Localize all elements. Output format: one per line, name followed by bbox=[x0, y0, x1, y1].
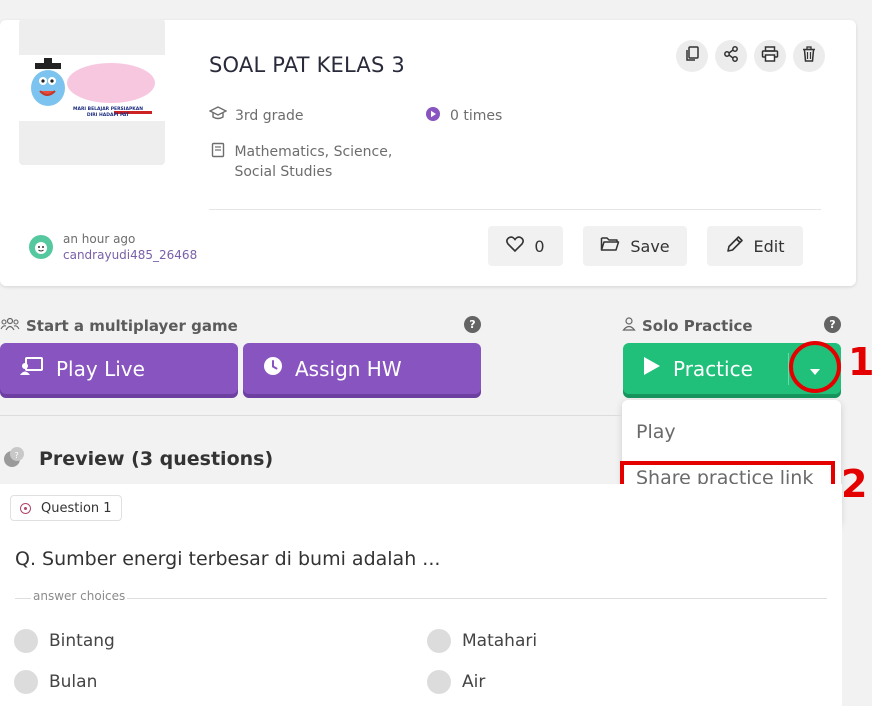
assign-hw-button[interactable]: Assign HW bbox=[243, 343, 481, 394]
annotation-circle bbox=[789, 341, 841, 393]
like-count: 0 bbox=[534, 236, 545, 256]
multiplayer-heading: Start a multiplayer game bbox=[0, 317, 238, 335]
section-divider bbox=[0, 415, 622, 416]
answer-choice: Bulan bbox=[14, 670, 97, 694]
preview-icon: ? bbox=[2, 445, 26, 469]
multiplayer-label: Start a multiplayer game bbox=[26, 317, 238, 335]
times-meta: 0 times bbox=[424, 106, 502, 126]
play-circle-icon bbox=[424, 106, 442, 122]
choice-text: Bulan bbox=[49, 672, 98, 692]
choice-circle-icon bbox=[427, 629, 451, 653]
quiz-thumbnail: MARI BELAJAR PERSIAPKAN DIRI HADAPI PAT bbox=[19, 19, 165, 165]
author-name-link[interactable]: candrayudi485_26468 bbox=[63, 248, 197, 262]
save-label: Save bbox=[630, 236, 670, 256]
help-icon[interactable]: ? bbox=[824, 316, 841, 333]
answer-divider bbox=[15, 598, 827, 599]
share-icon bbox=[723, 46, 739, 66]
subjects-meta: Mathematics, Science, Social Studies bbox=[209, 142, 409, 182]
choice-circle-icon bbox=[427, 670, 451, 694]
answer-choice: Air bbox=[427, 670, 485, 694]
pencil-icon bbox=[726, 235, 744, 257]
presentation-icon bbox=[20, 356, 44, 381]
practice-label: Practice bbox=[673, 356, 753, 381]
annotation-number-2: 2 bbox=[841, 462, 868, 506]
avatar[interactable] bbox=[29, 235, 53, 259]
assign-hw-label: Assign HW bbox=[295, 356, 402, 381]
like-button[interactable]: 0 bbox=[488, 226, 563, 266]
trash-icon bbox=[802, 46, 816, 66]
grade-meta: 3rd grade bbox=[209, 106, 303, 126]
heart-icon bbox=[506, 236, 525, 256]
author-timestamp: an hour ago bbox=[63, 232, 136, 246]
thumbnail-caption: MARI BELAJAR PERSIAPKAN DIRI HADAPI PAT bbox=[73, 107, 143, 118]
share-button[interactable] bbox=[715, 40, 747, 72]
menu-item-play[interactable]: Play bbox=[636, 421, 676, 443]
solo-label: Solo Practice bbox=[642, 317, 753, 335]
help-icon[interactable]: ? bbox=[464, 316, 481, 333]
user-icon bbox=[622, 317, 636, 335]
choice-circle-icon bbox=[14, 670, 38, 694]
edit-button[interactable]: Edit bbox=[707, 226, 803, 266]
card-divider bbox=[209, 209, 821, 210]
play-live-label: Play Live bbox=[56, 356, 145, 381]
radio-dot-icon bbox=[20, 502, 31, 514]
copy-icon bbox=[685, 46, 699, 66]
print-icon bbox=[761, 46, 779, 66]
choice-text: Air bbox=[462, 672, 486, 692]
quiz-actions bbox=[676, 40, 825, 72]
subjects-text: Mathematics, Science, Social Studies bbox=[234, 144, 393, 180]
book-icon bbox=[209, 142, 226, 158]
clock-icon bbox=[263, 356, 283, 381]
answer-choices-label: answer choices bbox=[31, 589, 128, 603]
question-chip: Question 1 bbox=[10, 495, 122, 521]
choice-circle-icon bbox=[14, 629, 38, 653]
save-button[interactable]: Save bbox=[583, 226, 687, 266]
copy-button[interactable] bbox=[676, 40, 708, 72]
annotation-number-1: 1 bbox=[848, 340, 872, 384]
answer-choice: Bintang bbox=[14, 629, 115, 653]
preview-title: Preview (3 questions) bbox=[39, 448, 274, 470]
graduation-cap-icon bbox=[209, 106, 227, 120]
folder-icon bbox=[600, 236, 620, 256]
svg-text:?: ? bbox=[15, 451, 19, 460]
question-number: Question 1 bbox=[41, 500, 112, 516]
times-text: 0 times bbox=[450, 108, 503, 124]
print-button[interactable] bbox=[754, 40, 786, 72]
edit-label: Edit bbox=[753, 236, 785, 256]
question-text: Q. Sumber energi terbesar di bumi adalah… bbox=[15, 548, 441, 570]
choice-text: Matahari bbox=[462, 631, 538, 651]
play-icon bbox=[643, 356, 661, 381]
quiz-title: SOAL PAT KELAS 3 bbox=[209, 53, 405, 77]
thumbnail-image: MARI BELAJAR PERSIAPKAN DIRI HADAPI PAT bbox=[19, 55, 165, 121]
answer-choice: Matahari bbox=[427, 629, 537, 653]
solo-heading: Solo Practice bbox=[622, 317, 753, 335]
choice-text: Bintang bbox=[49, 631, 115, 651]
users-icon bbox=[0, 317, 20, 335]
delete-button[interactable] bbox=[793, 40, 825, 72]
play-live-button[interactable]: Play Live bbox=[0, 343, 238, 394]
grade-text: 3rd grade bbox=[235, 108, 304, 124]
